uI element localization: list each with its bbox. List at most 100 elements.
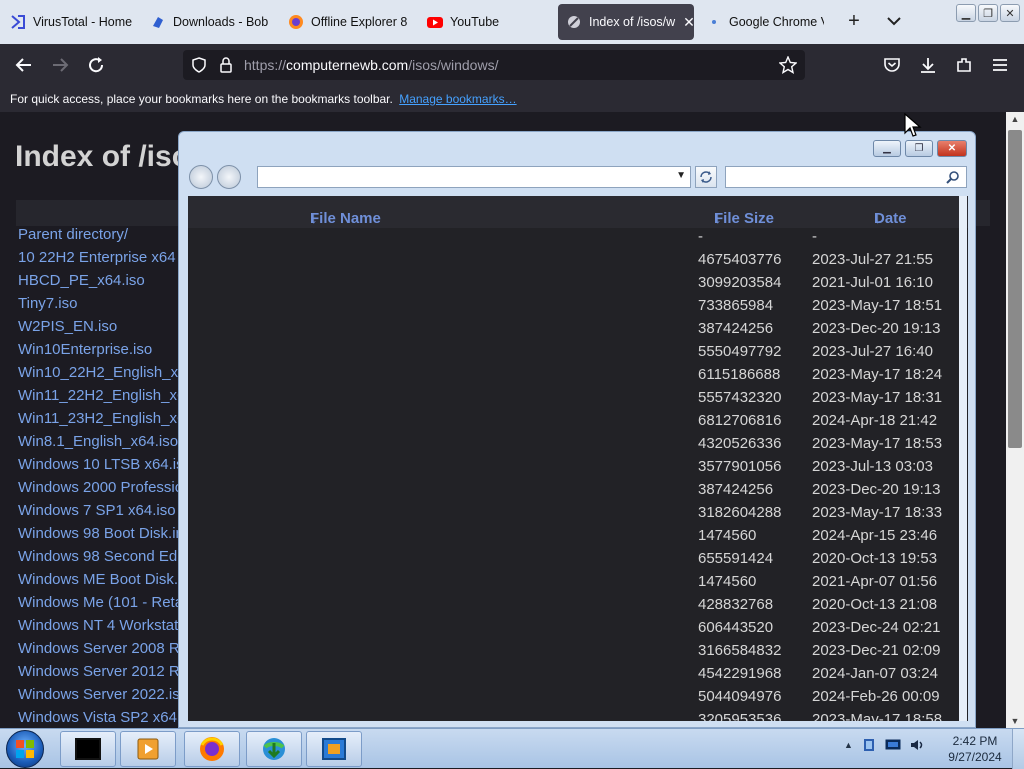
display-icon[interactable] (885, 737, 901, 753)
show-hidden-icons-arrow-icon[interactable]: ▲ (844, 740, 853, 750)
close-window-button[interactable]: ✕ (1000, 4, 1020, 22)
tab-virustotal[interactable]: VirusTotal - Home (10, 4, 136, 40)
terminal-icon (75, 738, 101, 760)
arrow-left-icon (15, 58, 31, 72)
tab-title: VirusTotal - Home (33, 15, 133, 29)
file-link[interactable]: Windows ME Boot Disk.img (18, 571, 202, 588)
file-size: 387424256 (698, 481, 774, 498)
taskbar-virtualbox[interactable] (306, 731, 362, 767)
tab-youtube[interactable]: YouTube (427, 4, 547, 40)
file-link[interactable]: HBCD_PE_x64.iso (18, 272, 145, 289)
overlay-minimize-button[interactable]: ▁ (873, 140, 901, 157)
file-link[interactable]: Windows 7 SP1 x64.iso (18, 502, 176, 519)
file-link[interactable]: Win8.1_English_x64.iso (18, 433, 178, 450)
tab-google-chrome[interactable]: Google Chrome V (706, 4, 824, 40)
column-name-label: File Name (310, 210, 381, 227)
virtualbox-icon (322, 738, 346, 760)
tab-bar: VirusTotal - Home Downloads - Bob Offlin… (0, 0, 1024, 44)
file-link[interactable]: Parent directory/ (18, 226, 128, 243)
new-tab-button[interactable]: + (843, 10, 865, 32)
file-size: 4675403776 (698, 251, 782, 268)
network-flag-icon[interactable] (861, 737, 877, 753)
manage-bookmarks-link[interactable]: Manage bookmarks… (399, 92, 516, 106)
chevron-down-icon[interactable]: ▼ (676, 170, 686, 181)
forward-button[interactable] (48, 53, 72, 77)
table-row: 5550497792 2023-Jul-27 16:40 (188, 343, 968, 366)
scroll-down-arrow-icon[interactable]: ▼ (1006, 716, 1024, 726)
overlay-search-input[interactable] (725, 166, 967, 188)
downloads-button[interactable] (916, 53, 940, 77)
table-row: 6115186688 2023-May-17 18:24 (188, 366, 968, 389)
file-link[interactable]: Windows Vista SP2 x64.iso (18, 709, 200, 726)
shield-icon[interactable] (191, 57, 207, 73)
table-row: 4320526336 2023-May-17 18:53 (188, 435, 968, 458)
overlay-content: File Name ↓ File Size ↓ Date ↓ - -4675403… (188, 196, 968, 721)
file-size: 733865984 (698, 297, 774, 314)
scrollbar-thumb[interactable] (1008, 130, 1022, 448)
page-scrollbar[interactable]: ▲ ▼ (1006, 112, 1024, 728)
overlay-maximize-button[interactable]: ❐ (905, 140, 933, 157)
file-size: 3099203584 (698, 274, 782, 291)
table-row: 5557432320 2023-May-17 18:31 (188, 389, 968, 412)
file-link[interactable]: Windows 98 Boot Disk.img (18, 525, 196, 542)
tab-index-isos[interactable]: Index of /isos/w ✕ (558, 4, 694, 40)
file-link[interactable]: W2PIS_EN.iso (18, 318, 117, 335)
speaker-icon[interactable] (909, 737, 925, 753)
overlay-address-input[interactable]: ▼ (257, 166, 691, 188)
pocket-button[interactable] (880, 53, 904, 77)
taskbar-media-player[interactable] (120, 731, 176, 767)
close-tab-icon[interactable]: ✕ (683, 14, 694, 31)
overlay-close-button[interactable]: ✕ (937, 140, 967, 157)
file-link[interactable]: Win10Enterprise.iso (18, 341, 152, 358)
overlay-scrollbar[interactable] (959, 196, 967, 721)
show-desktop-button[interactable] (1012, 729, 1024, 769)
scroll-up-arrow-icon[interactable]: ▲ (1006, 114, 1024, 124)
windows-logo-icon (16, 740, 34, 758)
extensions-button[interactable] (952, 53, 976, 77)
taskbar-firefox[interactable] (184, 731, 240, 767)
file-date: 2023-Jul-13 03:03 (812, 458, 933, 475)
file-date: 2023-Dec-24 02:21 (812, 619, 941, 636)
file-size: 6115186688 (698, 366, 781, 383)
overlay-window-controls: ▁ ❐ ✕ (873, 140, 967, 157)
tab-downloads[interactable]: Downloads - Bob (150, 4, 268, 40)
url-host: computernewb.com (286, 57, 409, 73)
file-date: 2023-Dec-20 19:13 (812, 320, 941, 337)
page-icon (566, 14, 582, 30)
overlay-back-button[interactable] (189, 165, 213, 189)
address-bar[interactable]: https://computernewb.com/isos/windows/ (183, 50, 805, 80)
menu-button[interactable] (988, 53, 1012, 77)
start-button[interactable] (6, 730, 44, 768)
file-size: 606443520 (698, 619, 774, 636)
system-tray: ▲ (844, 737, 925, 753)
minimize-button[interactable]: ▁ (956, 4, 976, 22)
taskbar-download-manager[interactable] (246, 731, 302, 767)
tab-offline-explorer[interactable]: Offline Explorer 8 (288, 4, 410, 40)
file-date: 2023-May-17 18:51 (812, 297, 943, 314)
column-size-label: File Size (714, 210, 775, 227)
file-size: 4542291968 (698, 665, 782, 682)
file-link[interactable]: Windows 10 LTSB x64.iso (18, 456, 192, 473)
system-clock[interactable]: 2:42 PM 9/27/2024 (940, 733, 1010, 765)
file-date: 2024-Apr-15 23:46 (812, 527, 938, 544)
list-all-tabs-icon[interactable] (884, 11, 904, 31)
star-bookmark-icon[interactable] (779, 56, 797, 74)
overlay-forward-button[interactable] (217, 165, 241, 189)
file-link[interactable]: Windows Server 2022.iso (18, 686, 188, 703)
overlay-refresh-button[interactable] (695, 166, 717, 188)
table-row: 1474560 2024-Apr-15 23:46 (188, 527, 968, 550)
taskbar-terminal[interactable] (60, 731, 116, 767)
back-button[interactable] (12, 53, 36, 77)
file-size: 5550497792 (698, 343, 782, 360)
reload-button[interactable] (84, 53, 108, 77)
search-icon[interactable] (946, 170, 960, 184)
downloads-icon (150, 14, 166, 30)
restore-button[interactable]: ❐ (978, 4, 998, 22)
tab-title: Google Chrome V (729, 15, 824, 29)
table-row: 3182604288 2023-May-17 18:33 (188, 504, 968, 527)
file-link[interactable]: Tiny7.iso (18, 295, 77, 312)
lock-icon[interactable] (219, 57, 233, 73)
table-row: 655591424 2020-Oct-13 19:53 (188, 550, 968, 573)
reload-icon (89, 57, 104, 73)
file-size: - (698, 228, 703, 245)
